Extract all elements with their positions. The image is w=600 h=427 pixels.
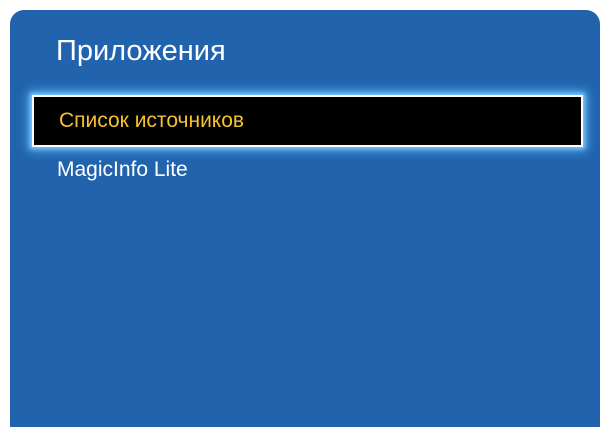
menu-item-source-list[interactable]: Список источников: [32, 95, 583, 147]
applications-menu-panel: Приложения Список источников MagicInfo L…: [10, 10, 600, 427]
menu-title: Приложения: [56, 35, 226, 67]
menu-item-magicinfo-lite[interactable]: MagicInfo Lite: [10, 153, 600, 193]
menu-list: Список источников MagicInfo Lite: [10, 95, 600, 193]
